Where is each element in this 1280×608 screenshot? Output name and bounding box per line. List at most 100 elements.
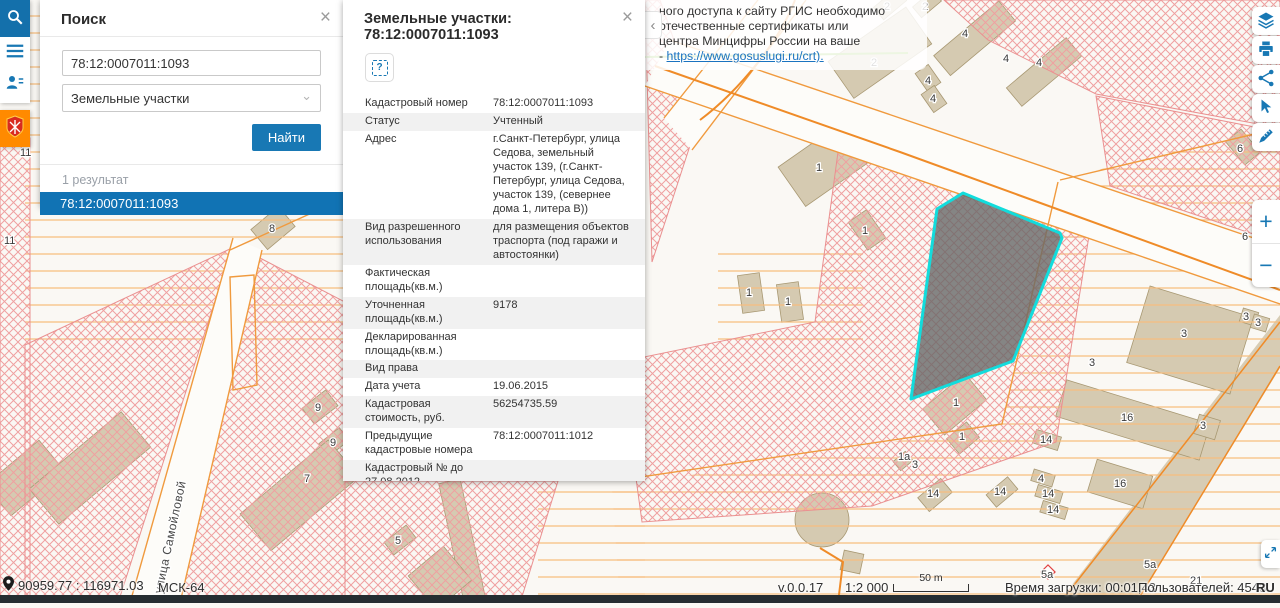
notification-banner: ного доступа к сайту РГИС необходимо оте…: [645, 0, 927, 70]
load-time-label: Время загрузки: 00:01,43: [1005, 580, 1156, 595]
select-tool-icon: [1257, 98, 1275, 119]
map-label: 4: [962, 28, 968, 40]
map-label: 14: [1040, 434, 1052, 446]
share-icon: [1257, 69, 1275, 90]
left-toolbar: [0, 0, 30, 103]
map-label: 16: [1114, 478, 1126, 490]
map-label: 8: [269, 223, 275, 235]
print-button[interactable]: [1252, 36, 1280, 64]
map-label: 1: [959, 431, 965, 443]
map-label: 3: [1089, 357, 1095, 369]
map-label: 4: [930, 93, 936, 105]
fullscreen-icon: [1264, 546, 1277, 562]
search-category-select[interactable]: Земельные участки ⌄: [62, 84, 321, 112]
map-label: 1: [862, 225, 868, 237]
map-label: 6: [1242, 231, 1248, 243]
notification-line-link: - https://www.gosuslugi.ru/crt).: [659, 49, 919, 64]
zoom-in-button[interactable]: +: [1252, 200, 1280, 243]
fullscreen-button[interactable]: [1261, 540, 1280, 568]
detail-row: Кадастровый № до 27.08.2012: [343, 460, 645, 481]
detail-label: Декларированная площадь(кв.м.): [365, 331, 493, 359]
detail-row: Дата учета19.06.2015: [343, 378, 645, 396]
measure-icon: [1257, 127, 1275, 148]
bottom-strip: [0, 595, 1280, 603]
map-label: 5: [395, 535, 401, 547]
parcel-help-button[interactable]: ?: [365, 53, 394, 82]
search-panel-close-icon[interactable]: ×: [320, 8, 331, 27]
detail-row: Фактическая площадь(кв.м.): [343, 265, 645, 297]
measure-button[interactable]: [1252, 123, 1280, 151]
scale-bar-label: 50 m: [893, 572, 969, 584]
map-label: 1: [953, 397, 959, 409]
detail-label: Дата учета: [365, 380, 493, 394]
map-label: 1: [785, 296, 791, 308]
map-label: 4: [1036, 57, 1042, 69]
map-label: 11: [4, 235, 15, 247]
map-label: 11: [20, 147, 31, 159]
select-tool-button[interactable]: [1252, 94, 1280, 122]
map-label: 14: [994, 486, 1006, 498]
map-label: 1а: [898, 451, 911, 463]
find-button[interactable]: Найти: [252, 124, 321, 151]
detail-value: 56254735.59: [493, 398, 633, 426]
detail-label: Фактическая площадь(кв.м.): [365, 267, 493, 295]
gosuslugi-link[interactable]: https://www.gosuslugi.ru/crt).: [667, 49, 824, 63]
map-label: 3: [1181, 328, 1187, 340]
search-results: 78:12:0007011:1093: [40, 192, 343, 215]
search-input[interactable]: [62, 50, 321, 76]
search-tool-button[interactable]: [0, 0, 30, 37]
question-icon: ?: [372, 60, 388, 76]
details-panel-close-icon[interactable]: ×: [622, 8, 633, 27]
menu-button[interactable]: [0, 37, 30, 68]
detail-row: Адресг.Санкт-Петербург, улица Седова, зе…: [343, 131, 645, 219]
scale-bar: 50 m: [893, 572, 969, 592]
share-button[interactable]: [1252, 65, 1280, 93]
search-result-item[interactable]: 78:12:0007011:1093: [40, 192, 343, 215]
detail-row: Декларированная площадь(кв.м.): [343, 329, 645, 361]
detail-label: Вид разрешенного использования: [365, 221, 493, 263]
detail-row: Кадастровый номер78:12:0007011:1093: [343, 95, 645, 113]
spb-emblem-icon: [5, 115, 25, 142]
detail-value: [493, 267, 633, 295]
menu-icon: [6, 44, 24, 61]
detail-row: Кадастровая стоимость, руб.56254735.59: [343, 396, 645, 428]
map-label: 4: [1003, 53, 1009, 65]
zoom-out-button[interactable]: −: [1252, 244, 1280, 287]
detail-value: 78:12:0007011:1012: [493, 430, 633, 458]
crs-label: МСК-64: [158, 580, 205, 595]
details-panel: Земельные участки: 78:12:0007011:1093 × …: [343, 0, 645, 481]
map-label: 9: [330, 437, 336, 449]
detail-row: СтатусУчтенный: [343, 113, 645, 131]
layers-icon: [1257, 11, 1275, 32]
search-icon: [6, 8, 24, 29]
detail-label: Кадастровый № до 27.08.2012: [365, 462, 493, 481]
map-label: 3: [1255, 317, 1261, 329]
cursor-coordinates: 90959.77 : 116971.03: [18, 578, 144, 593]
notification-collapse-button[interactable]: ‹: [645, 11, 662, 39]
map-label: 4: [925, 75, 931, 87]
map-label: 9: [315, 402, 321, 414]
chevron-down-icon: ⌄: [301, 88, 312, 104]
language-toggle[interactable]: RU: [1256, 580, 1275, 595]
detail-label: Статус: [365, 115, 493, 129]
notification-line: ного доступа к сайту РГИС необходимо: [659, 4, 919, 19]
detail-value: 9178: [493, 299, 633, 327]
map-scale-label[interactable]: 1:2 000: [845, 580, 888, 595]
search-category-value: Земельные участки: [71, 91, 189, 106]
user-panel-button[interactable]: [0, 68, 30, 99]
detail-value: для размещения объектов траспорта (под г…: [493, 221, 633, 263]
rgis-emblem-button[interactable]: [0, 110, 30, 147]
layers-button[interactable]: [1252, 7, 1280, 35]
map-label: 16: [1121, 412, 1133, 424]
link-prefix: -: [659, 49, 667, 63]
detail-label: Уточненная площадь(кв.м.): [365, 299, 493, 327]
location-pin-icon: [3, 576, 14, 594]
print-icon: [1257, 40, 1275, 61]
map-label: 7: [304, 473, 310, 485]
detail-row: Предыдущие кадастровые номера78:12:00070…: [343, 428, 645, 460]
detail-label: Кадастровая стоимость, руб.: [365, 398, 493, 426]
map-label: 6: [1237, 143, 1243, 155]
detail-value: [493, 331, 633, 359]
detail-value: г.Санкт-Петербург, улица Седова, земельн…: [493, 133, 633, 217]
zoom-controls: + −: [1252, 200, 1280, 287]
